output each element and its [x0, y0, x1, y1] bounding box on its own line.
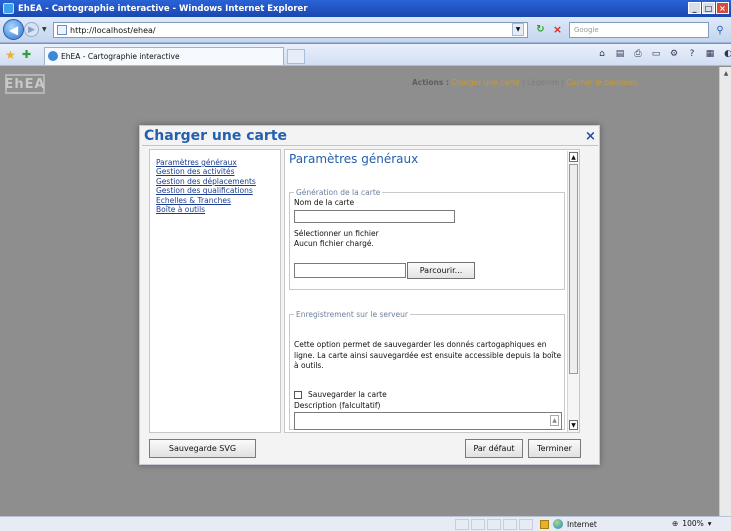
ie-icon: [3, 3, 14, 14]
security-zone[interactable]: Internet: [540, 519, 597, 529]
nav-link-toolbox[interactable]: Boîte à outils: [156, 205, 280, 214]
page-scrollbar[interactable]: ▲: [719, 67, 731, 516]
save-map-checkbox[interactable]: [294, 390, 302, 399]
textarea-scroll-icon[interactable]: ▲: [550, 415, 559, 426]
dialog-content-panel: Paramètres généraux Génération de la car…: [284, 149, 580, 433]
server-fieldset: Enregistrement sur le serveur Cette opti…: [289, 310, 565, 430]
internet-globe-icon: [553, 519, 563, 529]
forward-button[interactable]: ▶: [24, 22, 39, 37]
history-dropdown-icon[interactable]: ▼: [42, 26, 47, 33]
page-icon: [57, 25, 67, 35]
status-cell: [471, 519, 485, 530]
add-favorite-icon[interactable]: ✚: [22, 48, 31, 61]
generation-legend: Génération de la carte: [294, 188, 383, 197]
nav-link-scales[interactable]: Echelles & Tranches: [156, 196, 280, 205]
status-cell: [503, 519, 517, 530]
favorites-star-icon[interactable]: ★: [5, 48, 16, 62]
save-map-label: Sauvegarder la carte: [308, 390, 387, 399]
map-name-input[interactable]: [294, 210, 455, 223]
window-controls: _ □ ×: [688, 2, 729, 14]
content-scroll-up-icon[interactable]: ▲: [569, 152, 578, 162]
zoom-icon: ⊕: [672, 519, 679, 528]
maximize-button[interactable]: □: [702, 2, 715, 14]
nav-link-general[interactable]: Paramètres généraux: [156, 158, 280, 167]
dialog-close-icon[interactable]: ×: [585, 129, 596, 144]
status-cell: [519, 519, 533, 530]
address-text: http://localhost/ehea/: [70, 25, 156, 35]
tab-page-icon: [48, 51, 58, 61]
window-title: EhEA - Cartographie interactive - Window…: [18, 3, 308, 14]
server-legend: Enregistrement sur le serveur: [294, 310, 410, 319]
new-tab-button[interactable]: [287, 49, 305, 64]
home-icon[interactable]: ⌂: [596, 49, 608, 59]
tab-ehea[interactable]: EhEA - Cartographie interactive: [44, 47, 284, 65]
scroll-up-icon[interactable]: ▲: [721, 67, 731, 79]
actions-bar: Actions : Charger une carte | Légende | …: [412, 78, 637, 87]
dialog-nav-panel: Paramètres généraux Gestion des activité…: [149, 149, 281, 433]
default-button[interactable]: Par défaut: [465, 439, 523, 458]
status-cell: [487, 519, 501, 530]
nav-link-qualifications[interactable]: Gestion des qualifications: [156, 186, 280, 195]
description-textarea[interactable]: ▲: [294, 412, 562, 430]
nav-link-activities[interactable]: Gestion des activités: [156, 167, 280, 176]
browse-button[interactable]: Parcourir...: [407, 262, 475, 279]
refresh-icon[interactable]: ↻: [534, 23, 547, 36]
actions-separator: |: [522, 78, 525, 87]
nav-link-movements[interactable]: Gestion des déplacements: [156, 177, 280, 186]
actions-separator-2: |: [561, 78, 565, 87]
status-cell: [455, 519, 469, 530]
zoom-dropdown-icon[interactable]: ▾: [708, 519, 712, 528]
select-file-label: Sélectionner un fichier: [294, 229, 379, 238]
content-scroll-thumb[interactable]: [569, 164, 578, 374]
search-icon[interactable]: ⚲: [711, 22, 729, 38]
zoom-control[interactable]: ⊕ 100% ▾: [672, 519, 712, 528]
ehea-logo: EhEA: [4, 74, 45, 94]
finish-button[interactable]: Terminer: [528, 439, 581, 458]
description-label: Description (falcultatif): [294, 401, 381, 410]
load-map-dialog: Charger une carte × Paramètres généraux …: [139, 125, 600, 465]
file-path-input[interactable]: [294, 263, 406, 278]
actions-label: Actions :: [412, 78, 449, 87]
print-icon[interactable]: ⎙: [632, 49, 644, 59]
protected-mode-icon: [540, 519, 549, 529]
save-map-row[interactable]: Sauvegarder la carte: [294, 390, 387, 399]
tab-label: EhEA - Cartographie interactive: [61, 52, 180, 61]
server-description: Cette option permet de sauvegarder les d…: [294, 340, 562, 371]
no-file-label: Aucun fichier chargé.: [294, 239, 374, 248]
zoom-level: 100%: [682, 519, 704, 528]
content-title: Paramètres généraux: [289, 152, 419, 166]
tab-bar: ★ ✚ EhEA - Cartographie interactive ⌂ ▤ …: [0, 44, 731, 66]
tools-menu-icon[interactable]: ⚙: [668, 49, 680, 59]
status-cells: [455, 519, 533, 530]
page-menu-icon[interactable]: ▭: [650, 49, 662, 59]
zone-label: Internet: [567, 519, 597, 529]
minimize-button[interactable]: _: [688, 2, 701, 14]
feeds-icon[interactable]: ▤: [614, 49, 626, 59]
command-bar: ⌂ ▤ ⎙ ▭ ⚙ ? ▦ ◐: [596, 49, 731, 59]
research-icon[interactable]: ▦: [704, 49, 716, 59]
content-scrollbar[interactable]: ▲ ▼: [567, 151, 579, 432]
address-dropdown-button[interactable]: ▼: [512, 23, 524, 36]
stop-icon[interactable]: ×: [551, 23, 564, 36]
legend-link[interactable]: Légende: [527, 78, 559, 87]
window-titlebar: EhEA - Cartographie interactive - Window…: [0, 0, 731, 17]
load-map-link[interactable]: Charger une carte: [451, 78, 519, 87]
map-name-label: Nom de la carte: [294, 198, 355, 207]
dialog-divider: [142, 145, 598, 146]
status-bar: Internet ⊕ 100% ▾: [0, 516, 731, 531]
dialog-title: Charger une carte: [144, 128, 288, 144]
generation-fieldset: Génération de la carte Nom de la carte S…: [289, 188, 565, 290]
search-input[interactable]: Google: [569, 22, 709, 38]
save-svg-button[interactable]: Sauvegarde SVG: [149, 439, 256, 458]
content-scroll-down-icon[interactable]: ▼: [569, 420, 578, 430]
close-window-button[interactable]: ×: [716, 2, 729, 14]
back-button[interactable]: ◀: [3, 19, 24, 40]
hide-banner-link[interactable]: Cacher le bandeau: [566, 78, 637, 87]
address-bar[interactable]: http://localhost/ehea/: [53, 22, 528, 38]
blog-icon[interactable]: ◐: [722, 49, 731, 59]
help-icon[interactable]: ?: [686, 49, 698, 59]
navigation-bar: ◀ ▶ ▼ http://localhost/ehea/ ▼ ↻ × Googl…: [0, 17, 731, 43]
